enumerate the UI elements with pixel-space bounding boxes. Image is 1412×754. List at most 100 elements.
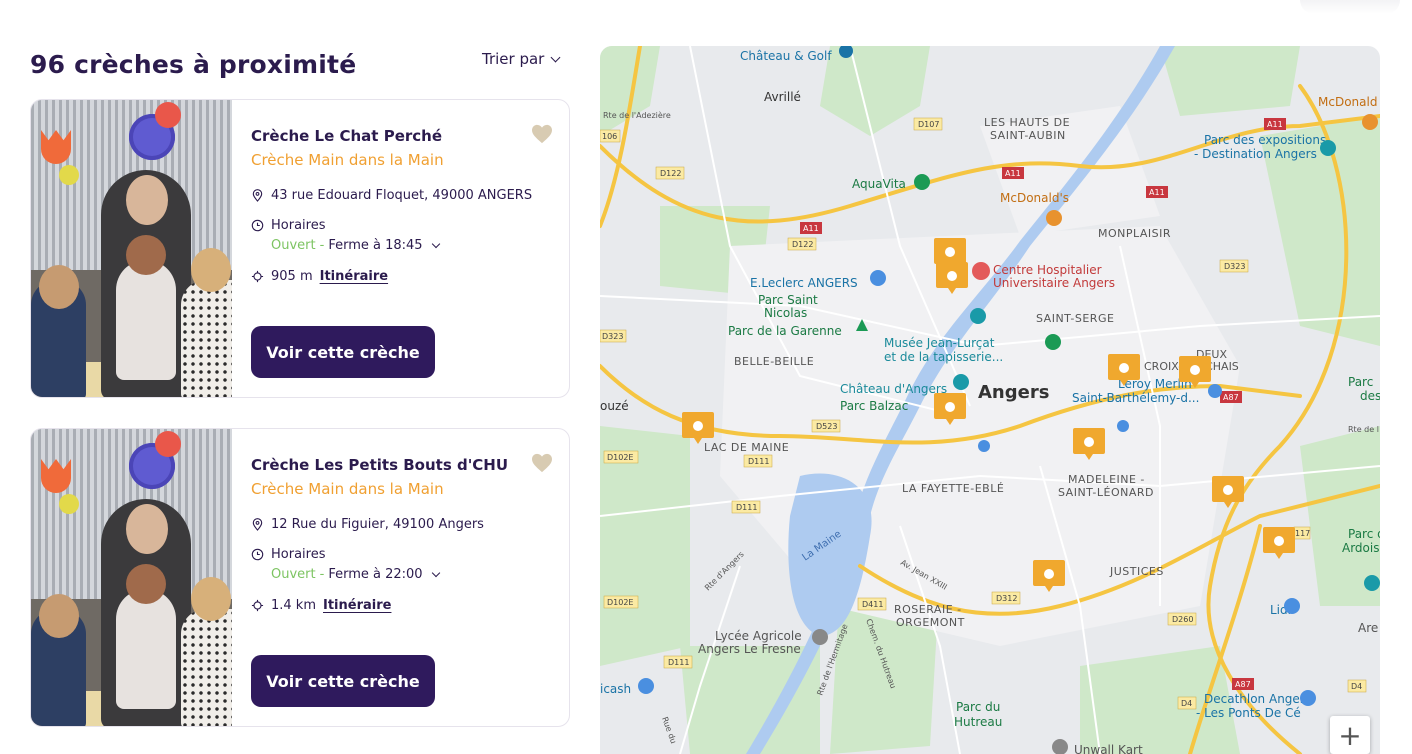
sort-dropdown[interactable]: Trier par	[482, 50, 561, 68]
heart-icon[interactable]	[531, 453, 553, 473]
shopping-poi-icon	[870, 270, 886, 286]
address-row: 43 rue Edouard Floquet, 49000 ANGERS	[251, 188, 532, 203]
map-label: Rte de l	[1348, 425, 1379, 434]
creche-photo	[31, 100, 232, 397]
road-shield: D111	[668, 658, 689, 667]
map[interactable]: Château & Golf Avrillé Rte de l'Adezière…	[600, 46, 1380, 754]
road-shield: D111	[736, 503, 757, 512]
itinerary-link[interactable]: Itinéraire	[320, 269, 388, 284]
view-creche-button[interactable]: Voir cette crèche	[251, 655, 435, 707]
museum-poi-icon	[970, 308, 986, 324]
map-label: Parc de la Garenne	[728, 324, 842, 338]
creche-photo	[31, 429, 232, 726]
distance-row: 1.4 km Itinéraire	[251, 598, 391, 613]
map-label: Parc Saint	[758, 293, 818, 307]
road-shield: D107	[918, 120, 939, 129]
itinerary-link[interactable]: Itinéraire	[323, 598, 391, 613]
zoom-in-button[interactable]: +	[1330, 716, 1370, 754]
map-label: Nicolas	[764, 306, 807, 320]
road-shield: D523	[816, 422, 837, 431]
map-label: Parc du	[956, 700, 1000, 714]
map-label: Centre Hospitalier	[993, 263, 1102, 277]
heart-icon[interactable]	[531, 124, 553, 144]
hours-status-toggle[interactable]: Ouvert - Ferme à 22:00	[271, 567, 440, 582]
road-shield: A87	[1235, 680, 1251, 689]
map-label: et de la tapisserie...	[884, 350, 1003, 364]
map-label: Rte de l'Adezière	[603, 110, 671, 120]
map-label: Rte d'Angers	[703, 550, 746, 593]
road-shield: D323	[602, 332, 623, 341]
hours-status-toggle[interactable]: Ouvert - Ferme à 18:45	[271, 238, 440, 253]
road-shield: D323	[1224, 262, 1245, 271]
map-label: McDonald's	[1000, 191, 1069, 205]
road-shield: D122	[792, 240, 813, 249]
road-shield: D102E	[607, 598, 633, 607]
creche-marker[interactable]	[1263, 527, 1295, 559]
map-label: Parc des expositions	[1204, 133, 1326, 147]
results-count-title: 96 crèches à proximité	[30, 50, 357, 79]
map-label: Parc Balzac	[840, 399, 908, 413]
status-separator: -	[319, 238, 325, 253]
view-creche-button[interactable]: Voir cette crèche	[251, 326, 435, 378]
map-label: ouzé	[600, 399, 629, 413]
map-label: Unwall Kart	[1074, 743, 1143, 754]
shopping-poi-icon	[1300, 690, 1316, 706]
map-label: Ardoisi	[1342, 541, 1380, 555]
shopping-poi-icon	[638, 678, 654, 694]
open-status: Ouvert	[271, 567, 316, 582]
castle-poi-icon	[953, 374, 969, 390]
road-shield: D111	[748, 457, 769, 466]
aquavita-poi-icon	[914, 174, 930, 190]
map-label: Angers Le Fresne	[698, 642, 801, 656]
map-label: ROSERAIE -	[894, 603, 962, 616]
location-pin-icon	[252, 518, 263, 531]
creche-card[interactable]: Crèche Les Petits Bouts d'CHU Crèche Mai…	[30, 428, 570, 727]
road-shield: 106	[602, 132, 617, 141]
chevron-down-icon	[431, 568, 440, 577]
road-shield: 117	[1295, 529, 1310, 538]
hours-label: Horaires	[271, 218, 326, 233]
road-shield: A11	[1267, 120, 1283, 129]
road-shield: D411	[862, 600, 883, 609]
road-shield: D4	[1351, 682, 1362, 691]
map-label: McDonald	[1318, 95, 1377, 109]
road-shield: D312	[996, 594, 1017, 603]
shopping-poi-icon	[1284, 598, 1300, 614]
map-label: AquaVita	[852, 177, 906, 191]
transit-poi-icon	[1117, 420, 1129, 432]
road-shield: A11	[1149, 188, 1165, 197]
road-shield: A87	[1223, 393, 1239, 402]
chevron-down-icon	[550, 52, 561, 62]
map-label: Universitaire Angers	[993, 276, 1115, 290]
map-label: Château d'Angers	[840, 382, 947, 396]
map-label: Are	[1358, 621, 1378, 635]
address-row: 12 Rue du Figuier, 49100 Angers	[251, 517, 484, 532]
school-poi-icon	[812, 629, 828, 645]
museum-poi-icon	[1364, 575, 1380, 591]
map-label: Avrillé	[764, 90, 801, 104]
sort-label: Trier par	[482, 50, 545, 68]
creche-name[interactable]: Crèche Le Chat Perché	[251, 127, 442, 145]
map-label: - Les Ponts De Cé	[1196, 706, 1301, 720]
address-text: 43 rue Edouard Floquet, 49000 ANGERS	[271, 188, 533, 203]
crosshair-icon	[251, 270, 264, 283]
chevron-down-icon	[431, 239, 440, 248]
map-label: Parc des	[1348, 527, 1380, 541]
road-shield: D122	[660, 169, 681, 178]
map-label: - Destination Angers	[1194, 147, 1317, 161]
map-label: Château & Golf	[740, 49, 832, 63]
closing-time: Ferme à 22:00	[328, 567, 423, 582]
karting-poi-icon	[1052, 739, 1068, 754]
map-label: MONPLAISIR	[1098, 227, 1171, 240]
creche-name[interactable]: Crèche Les Petits Bouts d'CHU	[251, 456, 508, 474]
road-shield: D102E	[607, 453, 633, 462]
header-shadow	[1300, 0, 1400, 14]
address-text: 12 Rue du Figuier, 49100 Angers	[271, 517, 484, 532]
map-label: Saint-Barthélemy-d...	[1072, 391, 1199, 405]
clock-icon	[251, 219, 264, 232]
map-label: icash	[600, 682, 631, 696]
creche-card[interactable]: Crèche Le Chat Perché Crèche Main dans l…	[30, 99, 570, 398]
map-label: MADELEINE -	[1068, 473, 1145, 486]
map-label: Decathlon Angers	[1204, 692, 1311, 706]
map-canvas[interactable]: Château & Golf Avrillé Rte de l'Adezière…	[600, 46, 1380, 754]
